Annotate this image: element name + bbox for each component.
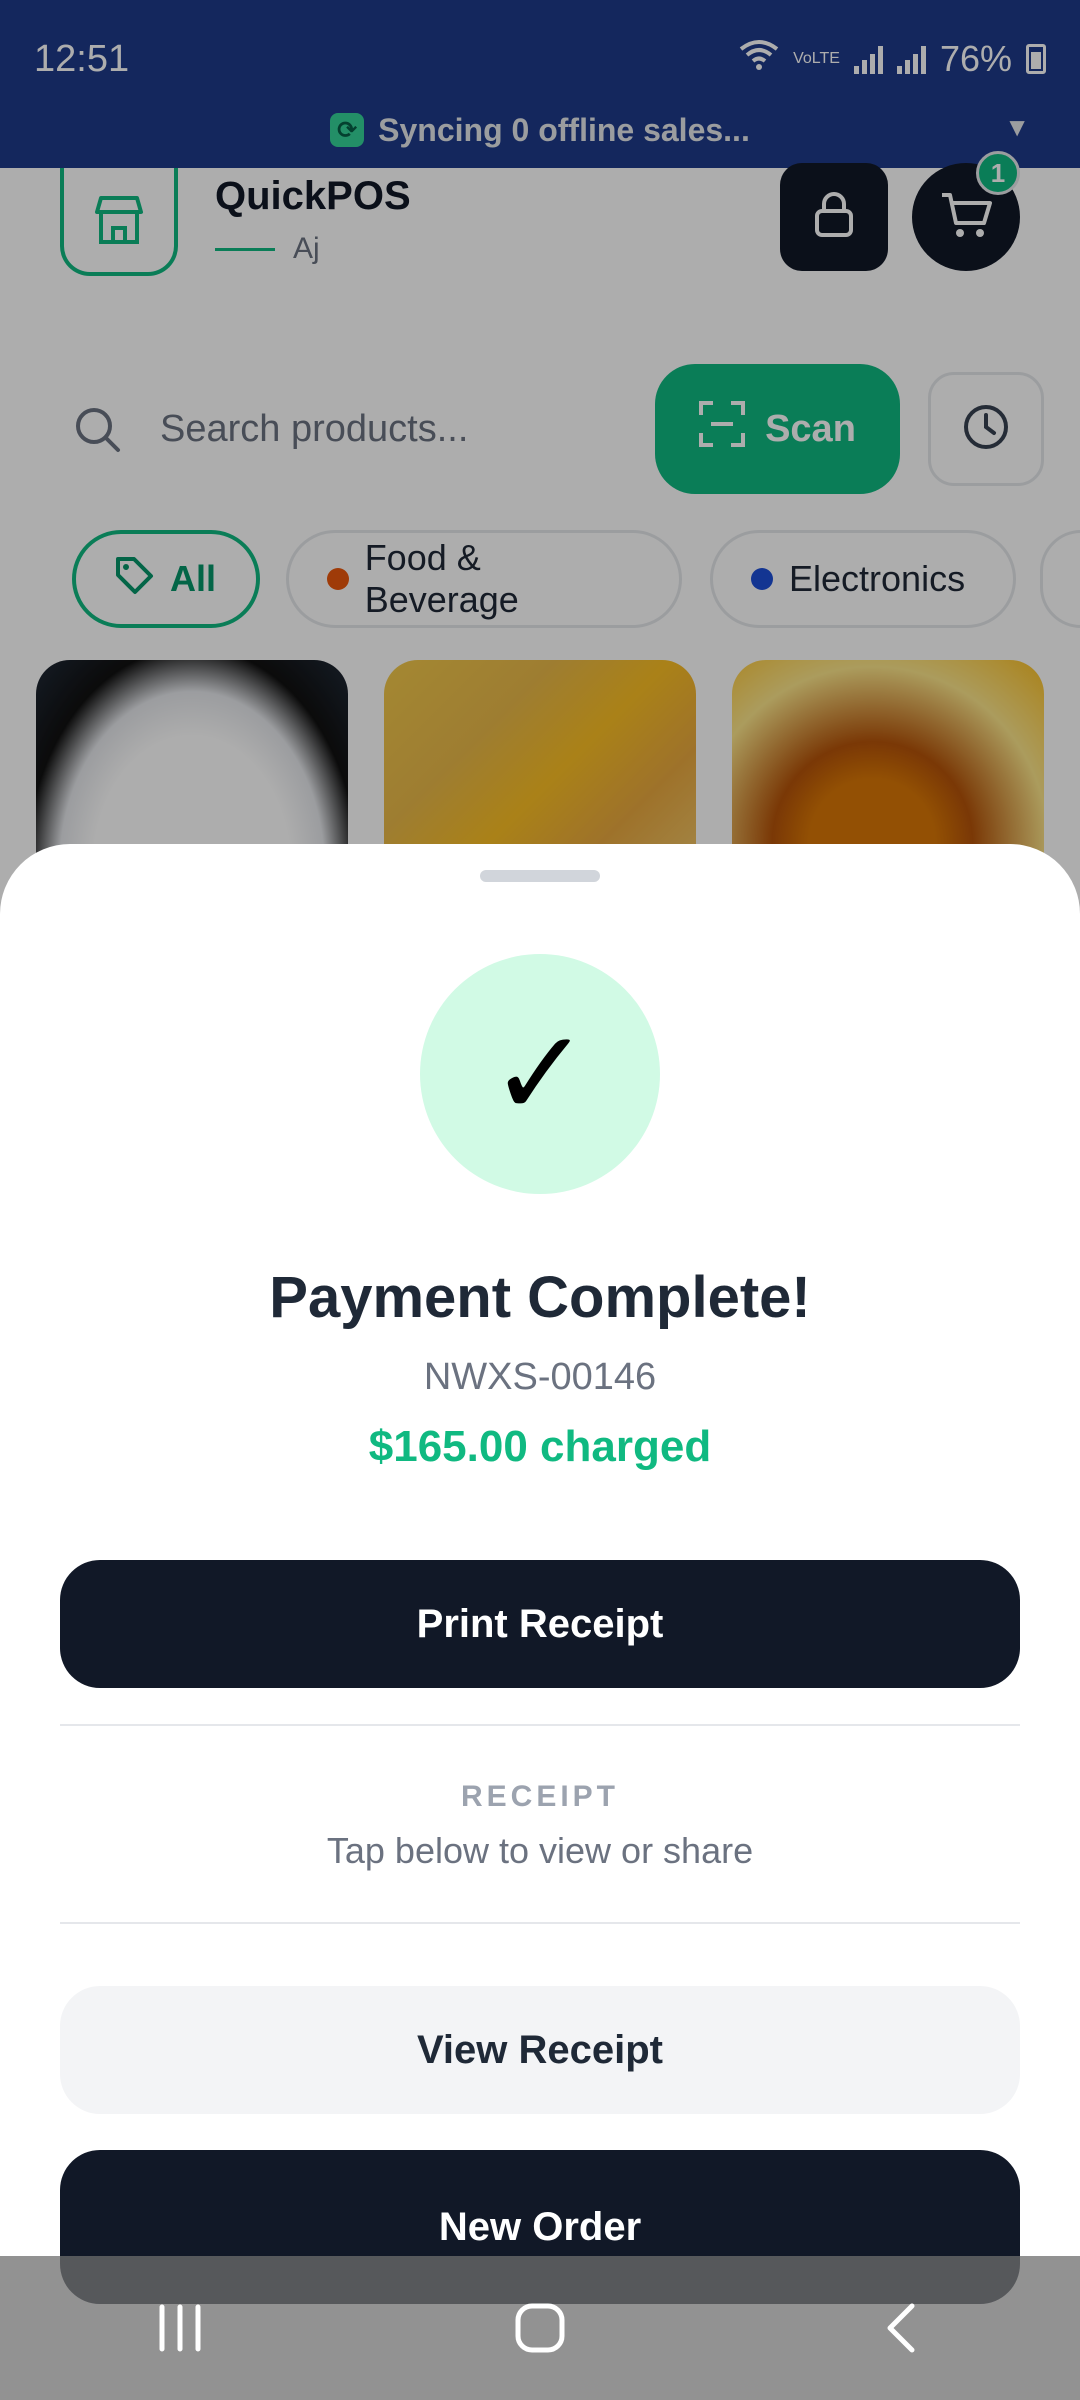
order-id: NWXS-00146 [423, 1356, 657, 1398]
back-icon[interactable] [830, 2278, 970, 2378]
divider [60, 1922, 1020, 1924]
print-receipt-button[interactable]: Print Receipt [60, 1560, 1020, 1688]
checkmark-icon: ✓ [420, 954, 660, 1194]
payment-complete-sheet: ✓ Payment Complete! NWXS-00146 $165.00 c… [0, 844, 1080, 2400]
recent-apps-icon[interactable] [110, 2278, 250, 2378]
sheet-title: Payment Complete! [269, 1265, 811, 1330]
receipt-section-label: RECEIPT [460, 1780, 620, 1813]
sheet-drag-handle[interactable] [480, 870, 600, 882]
divider [60, 1724, 1020, 1726]
view-receipt-button[interactable]: View Receipt [60, 1986, 1020, 2114]
home-icon[interactable] [470, 2278, 610, 2378]
system-nav-bar [0, 2256, 1080, 2400]
receipt-hint: Tap below to view or share [326, 1830, 754, 1871]
charged-amount: $165.00 charged [368, 1422, 712, 1471]
